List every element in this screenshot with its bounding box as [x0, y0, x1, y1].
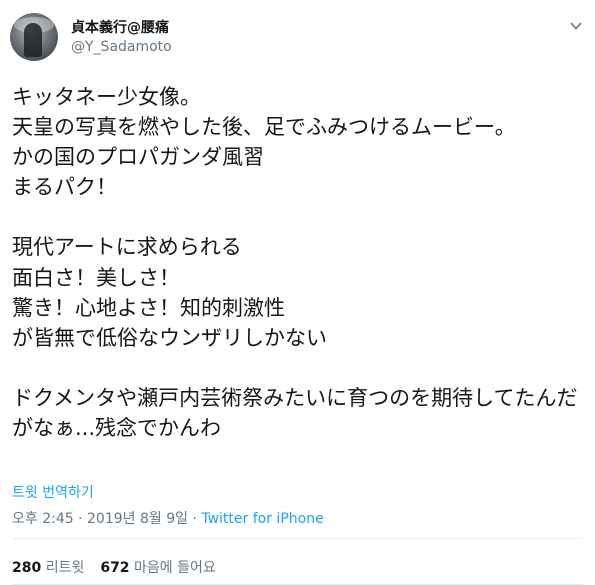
avatar-figure: [24, 23, 42, 57]
user-handle[interactable]: @Y_Sadamoto: [71, 39, 172, 55]
translate-tweet-link[interactable]: 트윗 번역하기: [12, 482, 94, 502]
tweet-text: キッタネー少女像。 天皇の写真を燃やした後、足でふみつけるムービー。 かの国のプ…: [12, 85, 578, 441]
likes-count: 672: [100, 560, 130, 576]
tweet-stats: 280 리트윗 672 마음에 들어요: [12, 557, 216, 577]
avatar[interactable]: [10, 13, 58, 61]
likes-stat[interactable]: 672 마음에 들어요: [100, 560, 215, 576]
retweets-count: 280: [12, 560, 42, 576]
meta-separator: ·: [73, 511, 88, 527]
chevron-down-icon[interactable]: [569, 20, 583, 32]
retweets-stat[interactable]: 280 리트윗: [12, 560, 84, 576]
retweets-label: 리트윗: [45, 560, 85, 576]
tweet-date[interactable]: 2019년 8월 9일: [87, 511, 188, 527]
tweet-source-link[interactable]: Twitter for iPhone: [201, 511, 323, 527]
likes-label: 마음에 들어요: [134, 560, 216, 576]
divider: [12, 538, 583, 539]
display-name[interactable]: 貞本義行@腰痛: [71, 17, 169, 37]
tweet-meta: 오후 2:45 · 2019년 8월 9일 · Twitter for iPho…: [12, 508, 324, 528]
meta-separator: ·: [188, 511, 202, 527]
tweet-time[interactable]: 오후 2:45: [12, 511, 74, 527]
